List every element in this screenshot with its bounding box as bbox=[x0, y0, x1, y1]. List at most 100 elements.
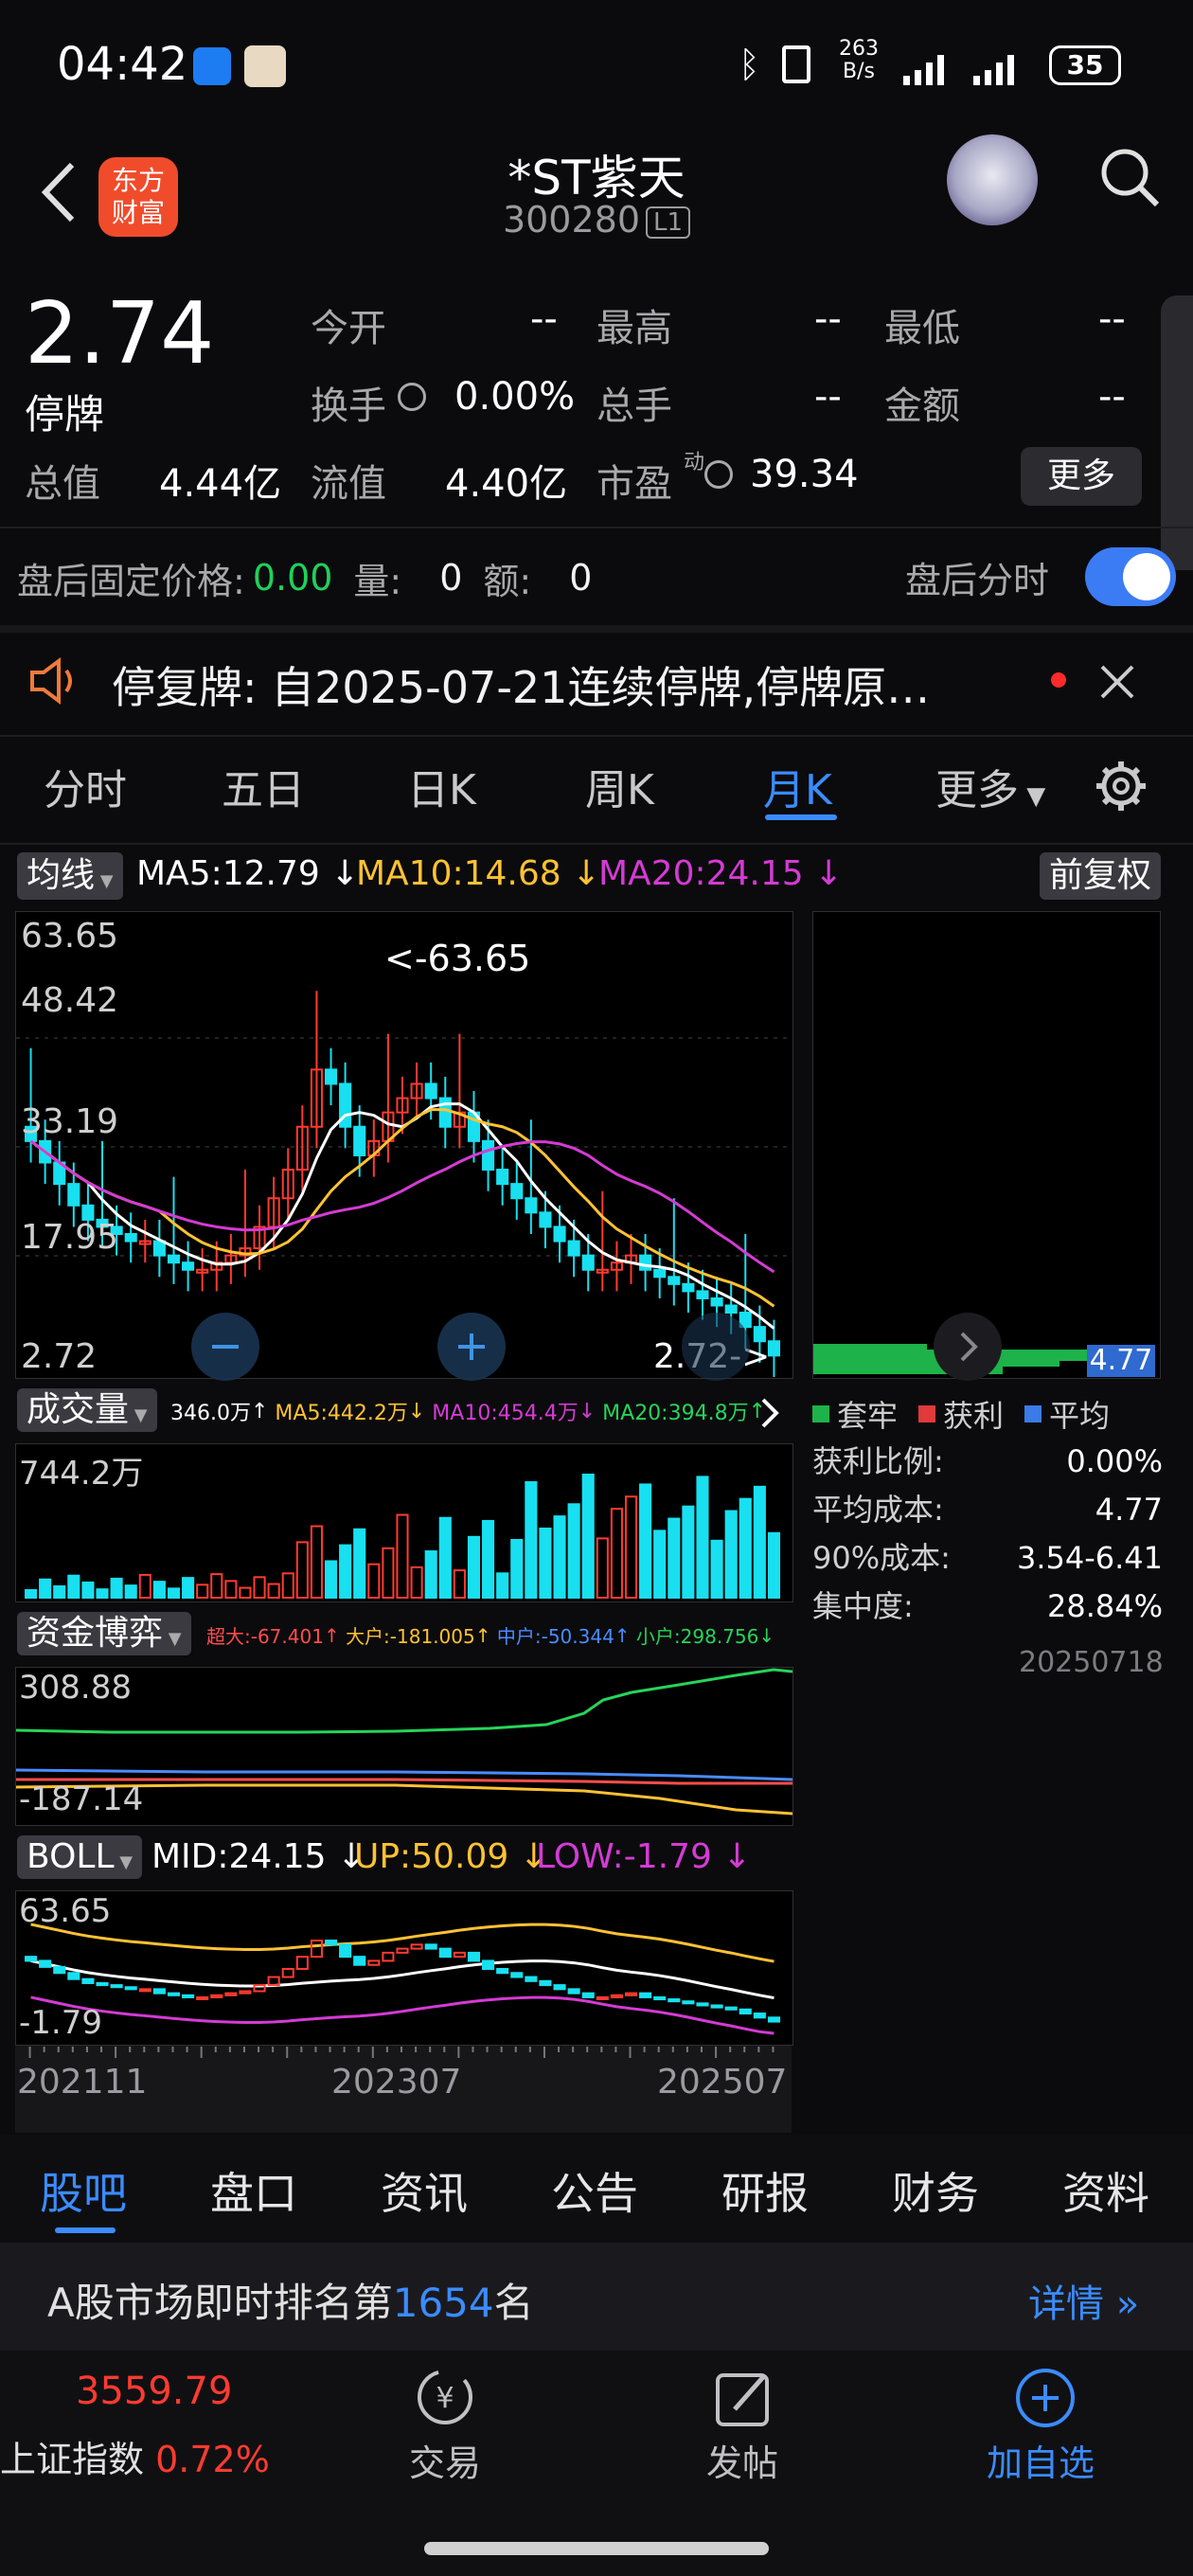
boll-candle bbox=[39, 1959, 52, 1968]
boll-candle bbox=[581, 1992, 595, 1998]
chevron-right-icon[interactable] bbox=[756, 1394, 784, 1436]
candle-body bbox=[324, 1068, 338, 1085]
tab-more[interactable]: 更多 ▼ bbox=[935, 756, 1045, 816]
boll-y-bottom: -1.79 bbox=[19, 2004, 102, 2042]
info-icon[interactable] bbox=[398, 383, 426, 411]
price-adjust-button[interactable]: 前复权 bbox=[1040, 852, 1162, 900]
after-hours-toggle-label: 盘后分时 bbox=[905, 560, 1050, 601]
logo-text-2: 财富 bbox=[111, 197, 165, 228]
chip-distribution-panel[interactable] bbox=[812, 911, 1161, 1379]
tab-weekly-k[interactable]: 周K bbox=[585, 756, 654, 816]
add-watchlist-label[interactable]: 加自选 bbox=[987, 2434, 1095, 2486]
index-ticker[interactable]: 上证指数 0.72% bbox=[0, 2430, 270, 2482]
trade-icon[interactable]: ¥ bbox=[411, 2366, 479, 2432]
indicator-selector-boll[interactable]: BOLL ▼ bbox=[17, 1835, 143, 1879]
boll-candle bbox=[353, 1956, 366, 1966]
ma20-line bbox=[29, 1139, 775, 1274]
boll-candle bbox=[152, 1988, 166, 1995]
volume-bar bbox=[553, 1515, 566, 1599]
candle-body bbox=[67, 1183, 80, 1207]
volume-bar bbox=[482, 1519, 495, 1599]
kline-y-label: 2.72 bbox=[21, 1337, 98, 1376]
boll-candle bbox=[324, 1940, 338, 1946]
zoom-out-button[interactable] bbox=[191, 1313, 259, 1381]
kline-chart[interactable] bbox=[15, 911, 793, 1379]
chevron-right-icon[interactable] bbox=[934, 1313, 1002, 1381]
candle-body bbox=[182, 1261, 195, 1271]
boll-chart[interactable] bbox=[15, 1890, 793, 2046]
candle-body bbox=[668, 1276, 681, 1285]
boll-candle bbox=[224, 1992, 238, 1996]
ma-selector-label: 均线 bbox=[27, 856, 96, 895]
divider bbox=[0, 625, 1193, 633]
index-value[interactable]: 3559.79 bbox=[76, 2370, 232, 2413]
after-hours-qty-label: 量: bbox=[353, 560, 402, 602]
close-icon[interactable] bbox=[1096, 661, 1138, 707]
app-logo[interactable]: 东方 财富 bbox=[98, 157, 178, 237]
legend-average: 平均 bbox=[1049, 1398, 1111, 1434]
indicator-selector-volume[interactable]: 成交量 ▼ bbox=[17, 1388, 157, 1432]
amount-label: 金额 bbox=[884, 385, 960, 428]
tab-news[interactable]: 资讯 bbox=[381, 2159, 468, 2222]
volume-bar bbox=[453, 1569, 466, 1600]
volume-bar bbox=[182, 1577, 195, 1599]
tab-monthly-k[interactable]: 月K bbox=[763, 756, 832, 816]
indicator-selector-ma[interactable]: 均线 ▼ bbox=[17, 852, 123, 900]
volume-bar bbox=[39, 1578, 52, 1599]
pe-label: 市盈 bbox=[596, 462, 672, 506]
boll-candle bbox=[525, 1976, 538, 1982]
tab-daily-k[interactable]: 日K bbox=[407, 756, 476, 816]
volume-bar bbox=[224, 1580, 238, 1599]
boll-candle bbox=[424, 1943, 437, 1950]
x-axis-label: 202111 bbox=[17, 2063, 148, 2102]
net-speed-value: 263 bbox=[839, 37, 879, 61]
stat-label: 90%成本: bbox=[812, 1540, 951, 1576]
candle-body bbox=[710, 1297, 723, 1307]
after-hours-toggle[interactable] bbox=[1085, 547, 1176, 606]
settings-gear-icon[interactable] bbox=[1093, 758, 1149, 818]
rank-detail-link[interactable]: 详情 » bbox=[1028, 2273, 1139, 2328]
stat-value: 4.77 bbox=[1095, 1492, 1163, 1528]
draw-tool-button[interactable] bbox=[682, 1313, 750, 1381]
divider bbox=[0, 527, 1193, 528]
boll-candle bbox=[539, 1979, 552, 1987]
boll-candle bbox=[239, 1990, 252, 1995]
tab-guba[interactable]: 股吧 bbox=[40, 2159, 127, 2222]
notice-text[interactable]: 停复牌: 自2025-07-21连续停牌,停牌原… bbox=[112, 653, 1040, 716]
boll-mid-readout: MID:24.15 ↓ bbox=[151, 1837, 366, 1876]
stat-value: 28.84% bbox=[1046, 1588, 1163, 1624]
stat-value: 0.00% bbox=[1066, 1443, 1163, 1479]
volume-ma10: MA10:454.4万 bbox=[432, 1402, 579, 1425]
tab-pankou[interactable]: 盘口 bbox=[210, 2159, 297, 2222]
side-drawer-handle[interactable] bbox=[1161, 295, 1193, 570]
trade-button-label[interactable]: 交易 bbox=[409, 2434, 481, 2486]
tab-profile[interactable]: 资料 bbox=[1062, 2159, 1149, 2222]
tab-five-day[interactable]: 五日 bbox=[222, 756, 305, 816]
trading-status: 停牌 bbox=[25, 391, 105, 438]
compose-icon[interactable] bbox=[714, 2368, 775, 2432]
robot-assistant-icon[interactable] bbox=[947, 134, 1038, 225]
post-button-label[interactable]: 发帖 bbox=[706, 2434, 778, 2486]
tab-finance[interactable]: 财务 bbox=[892, 2159, 979, 2222]
volume-bar bbox=[367, 1563, 381, 1600]
more-button[interactable]: 更多 bbox=[1021, 447, 1142, 506]
indicator-selector-fund[interactable]: 资金博弈 ▼ bbox=[17, 1612, 191, 1655]
tab-announcements[interactable]: 公告 bbox=[551, 2159, 638, 2222]
tab-research[interactable]: 研报 bbox=[721, 2159, 809, 2222]
candle-body bbox=[496, 1169, 509, 1186]
back-icon[interactable] bbox=[32, 159, 89, 225]
net-speed: 263 B/s bbox=[839, 38, 879, 83]
candle-body bbox=[581, 1254, 595, 1271]
zoom-in-button[interactable] bbox=[437, 1313, 506, 1381]
search-icon[interactable] bbox=[1096, 144, 1163, 210]
volume-bar bbox=[124, 1584, 137, 1599]
low-label: 最低 bbox=[884, 307, 960, 350]
tab-intraday[interactable]: 分时 bbox=[44, 756, 127, 816]
candle-body bbox=[553, 1225, 566, 1243]
after-hours-price-value: 0.00 bbox=[252, 557, 333, 599]
net-speed-unit: B/s bbox=[843, 60, 875, 83]
add-circle-icon[interactable] bbox=[1013, 2366, 1077, 2434]
fund-small: 小户:298.756 bbox=[635, 1625, 759, 1648]
info-icon[interactable] bbox=[704, 460, 733, 489]
volume-bar bbox=[610, 1508, 623, 1599]
